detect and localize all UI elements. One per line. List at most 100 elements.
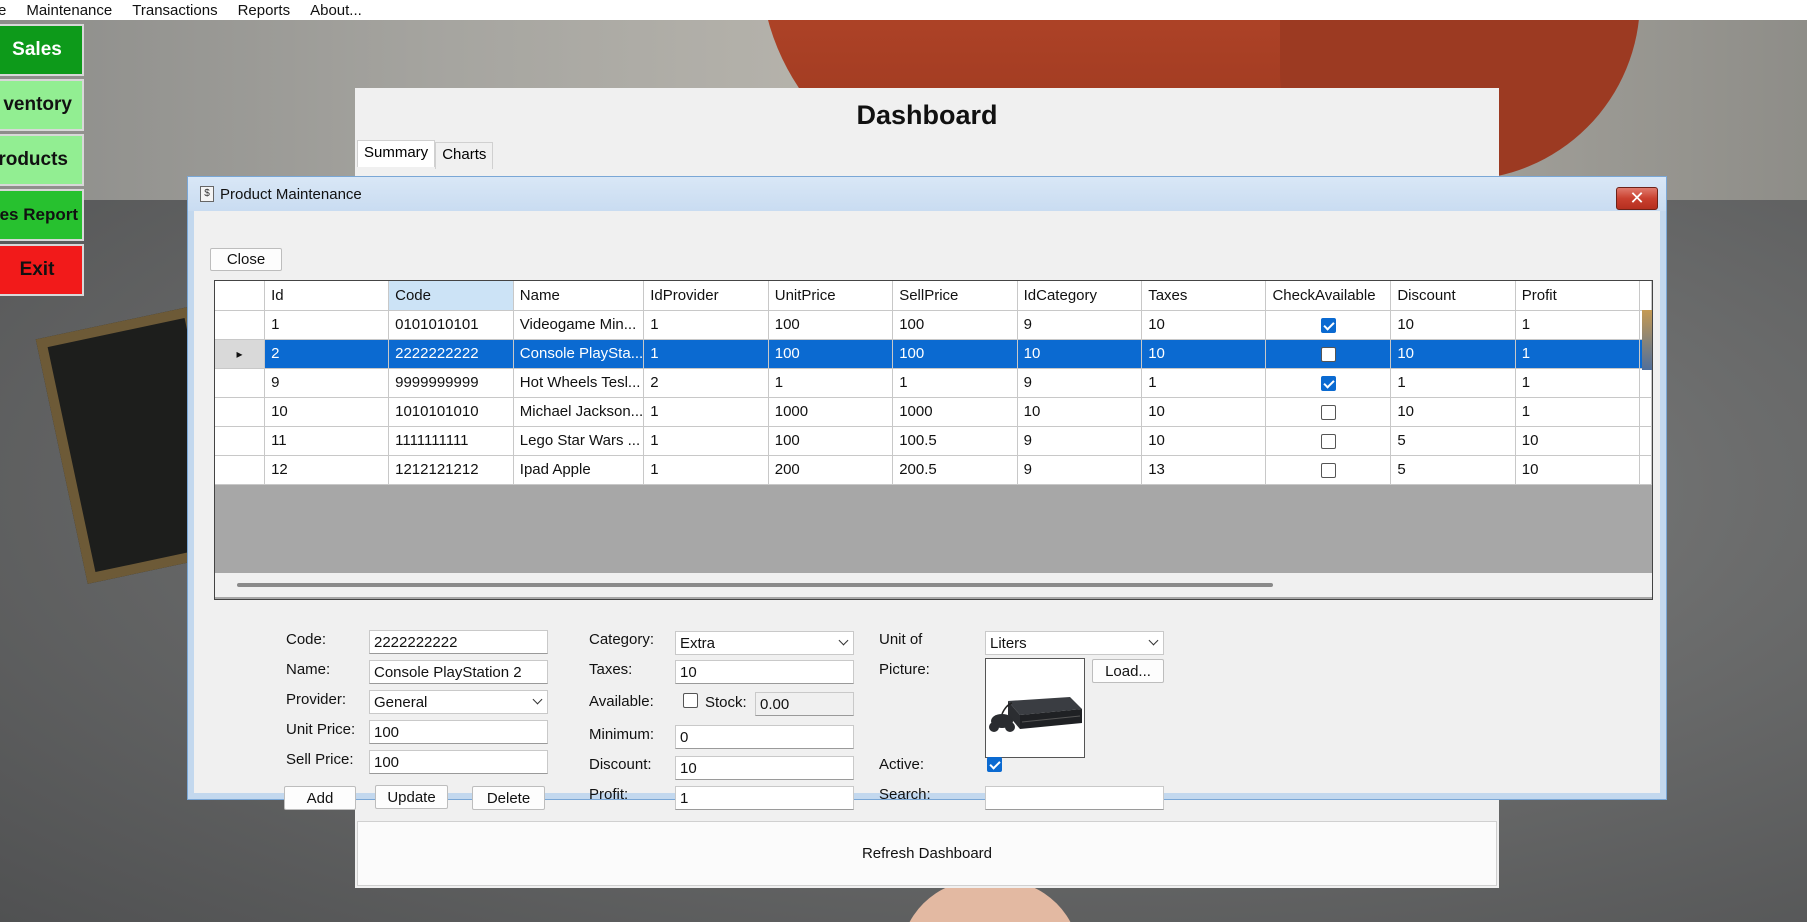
cell-profit[interactable]: 1 [1515,397,1640,427]
cell-code[interactable]: 1111111111 [388,426,514,456]
cell-sellprice[interactable]: 100 [892,310,1018,340]
cell-name[interactable]: Ipad Apple [513,455,645,485]
cell-name[interactable]: Hot Wheels Tesl... [513,368,645,398]
cell-unitprice[interactable]: 100 [768,310,894,340]
cell-profit[interactable]: 1 [1515,310,1640,340]
menu-item-maintenance[interactable]: Maintenance [16,2,122,19]
cell-id[interactable]: 10 [264,397,390,427]
minimum-field[interactable]: 0 [675,725,854,749]
taxes-field[interactable]: 10 [675,660,854,684]
table-row[interactable]: 11 1111111111 Lego Star Wars ... 1 100 100.5 9… [215,426,1652,456]
cell-name[interactable]: Michael Jackson... [513,397,645,427]
cell-unitprice[interactable]: 100 [768,426,894,456]
category-select[interactable]: Extra [675,631,854,655]
cell-unitprice[interactable]: 1000 [768,397,894,427]
cell-sellprice[interactable]: 1 [892,368,1018,398]
discount-field[interactable]: 10 [675,756,854,780]
col-header-code[interactable]: Code [388,281,514,311]
col-header-id[interactable]: Id [264,281,390,311]
cell-idprovider[interactable]: 1 [643,397,769,427]
col-header-sellprice[interactable]: SellPrice [892,281,1018,311]
cell-code[interactable]: 2222222222 [388,339,514,369]
code-field[interactable]: 2222222222 [369,630,548,654]
cell-idcategory[interactable]: 10 [1017,397,1143,427]
cell-sellprice[interactable]: 100.5 [892,426,1018,456]
cell-discount[interactable]: 5 [1390,426,1516,456]
cell-name[interactable]: Console PlaySta... [513,339,645,369]
products-grid[interactable]: Id Code Name IdProvider UnitPrice SellPr… [214,280,1653,600]
cell-profit[interactable]: 10 [1515,455,1640,485]
col-header-checkavailable[interactable]: CheckAvailable [1265,281,1392,311]
cell-id[interactable]: 11 [264,426,390,456]
cell-unitprice[interactable]: 100 [768,339,894,369]
update-button[interactable]: Update [375,785,448,809]
table-row[interactable]: ▸ 2 2222222222 Console PlaySta... 1 100 100 10 1… [215,339,1652,369]
menu-item-transactions[interactable]: Transactions [122,2,227,19]
col-header-profit[interactable]: Profit [1515,281,1640,311]
col-header-taxes[interactable]: Taxes [1141,281,1267,311]
active-checkbox[interactable] [987,757,1002,772]
available-cell-checkbox[interactable] [1320,433,1336,449]
sell-price-field[interactable]: 100 [369,750,548,774]
col-header-next[interactable] [1639,281,1652,311]
cell-id[interactable]: 2 [264,339,390,369]
products-button[interactable]: roducts [0,134,84,186]
cell-unitprice[interactable]: 1 [768,368,894,398]
cell-id[interactable]: 9 [264,368,390,398]
cell-code[interactable]: 9999999999 [388,368,514,398]
available-cell-checkbox[interactable] [1320,346,1336,362]
window-close-button[interactable]: ✕ [1616,187,1658,210]
menu-item-about[interactable]: About... [300,2,372,19]
cell-taxes[interactable]: 10 [1141,397,1267,427]
cell-checkavailable[interactable] [1265,310,1392,340]
exit-button[interactable]: Exit [0,244,84,296]
cell-sellprice[interactable]: 200.5 [892,455,1018,485]
col-header-idcategory[interactable]: IdCategory [1017,281,1143,311]
delete-button[interactable]: Delete [472,786,545,810]
cell-name[interactable]: Lego Star Wars ... [513,426,645,456]
table-row[interactable]: 9 9999999999 Hot Wheels Tesl... 2 1 1 9 1 1 1 [215,368,1652,398]
refresh-dashboard-button[interactable]: Refresh Dashboard [856,844,998,863]
table-row[interactable]: 10 1010101010 Michael Jackson... 1 1000 1000 1… [215,397,1652,427]
cell-taxes[interactable]: 10 [1141,426,1267,456]
cell-checkavailable[interactable] [1265,339,1392,369]
cell-taxes[interactable]: 10 [1141,339,1267,369]
cell-discount[interactable]: 10 [1390,397,1516,427]
available-cell-checkbox[interactable] [1320,375,1336,391]
cell-id[interactable]: 1 [264,310,390,340]
cell-profit[interactable]: 1 [1515,339,1640,369]
cell-unitprice[interactable]: 200 [768,455,894,485]
cell-idcategory[interactable]: 9 [1017,426,1143,456]
cell-idcategory[interactable]: 9 [1017,455,1143,485]
menu-item-file[interactable]: e [0,2,16,19]
cell-idprovider[interactable]: 1 [643,339,769,369]
cell-taxes[interactable]: 13 [1141,455,1267,485]
available-cell-checkbox[interactable] [1320,462,1336,478]
row-header[interactable] [215,455,266,485]
row-header[interactable] [215,368,266,398]
sales-report-button[interactable]: es Report [0,189,84,241]
available-cell-checkbox[interactable] [1320,317,1336,333]
table-row[interactable]: 1 0101010101 Videogame Min... 1 100 100 9 10 10 1 [215,310,1652,340]
cell-name[interactable]: Videogame Min... [513,310,645,340]
grid-horizontal-scrollbar[interactable] [215,573,1652,597]
available-checkbox[interactable] [683,693,698,708]
cell-idprovider[interactable]: 1 [643,310,769,340]
unit-select[interactable]: Liters [985,631,1164,655]
cell-taxes[interactable]: 10 [1141,310,1267,340]
scrollbar-thumb[interactable] [237,583,1273,587]
cell-discount[interactable]: 1 [1390,368,1516,398]
menu-item-reports[interactable]: Reports [228,2,301,19]
cell-discount[interactable]: 10 [1390,310,1516,340]
provider-select[interactable]: General [369,690,548,714]
cell-idcategory[interactable]: 9 [1017,368,1143,398]
cell-idprovider[interactable]: 1 [643,426,769,456]
table-row[interactable]: 12 1212121212 Ipad Apple 1 200 200.5 9 13 5 10 [215,455,1652,485]
cell-profit[interactable]: 1 [1515,368,1640,398]
col-header-discount[interactable]: Discount [1390,281,1516,311]
cell-sellprice[interactable]: 1000 [892,397,1018,427]
sales-button[interactable]: Sales [0,24,84,76]
row-header[interactable] [215,426,266,456]
cell-discount[interactable]: 10 [1390,339,1516,369]
cell-idcategory[interactable]: 10 [1017,339,1143,369]
